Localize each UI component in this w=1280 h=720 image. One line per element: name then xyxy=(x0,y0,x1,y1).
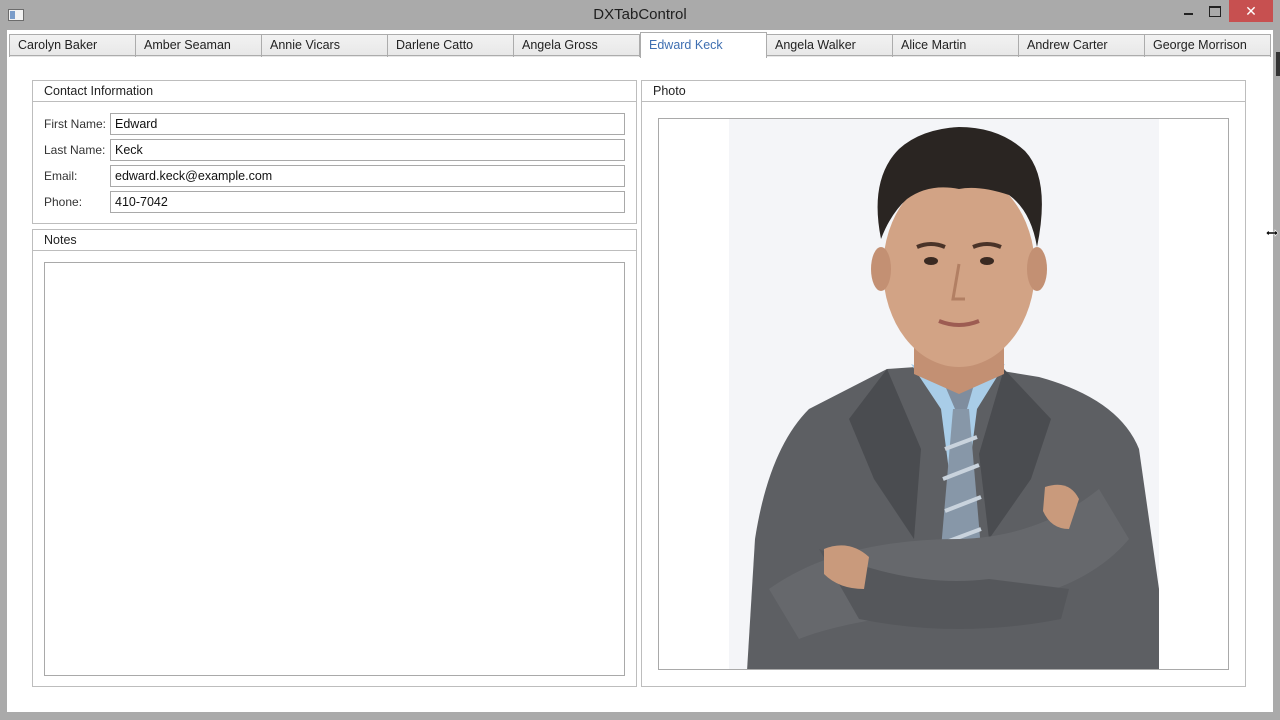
contact-information-group: Contact Information First Name: Last Nam… xyxy=(32,80,637,224)
photo-group: Photo xyxy=(641,80,1246,687)
tab-darlene-catto[interactable]: Darlene Catto xyxy=(388,34,514,57)
first-name-field[interactable] xyxy=(110,113,625,135)
tab-angela-gross[interactable]: Angela Gross xyxy=(514,34,640,57)
first-name-label: First Name: xyxy=(44,117,107,131)
tab-annie-vicars[interactable]: Annie Vicars xyxy=(262,34,388,57)
phone-label: Phone: xyxy=(44,195,83,209)
tab-george-morrison[interactable]: George Morrison xyxy=(1145,34,1271,57)
tab-andrew-carter[interactable]: Andrew Carter xyxy=(1019,34,1145,57)
notes-group: Notes xyxy=(32,229,637,687)
application-window: DXTabControl ✕ Carolyn Baker Amber Seama… xyxy=(0,0,1280,720)
resize-cursor-icon xyxy=(1265,229,1279,237)
phone-field[interactable] xyxy=(110,191,625,213)
maximize-button[interactable] xyxy=(1200,0,1228,22)
window-title: DXTabControl xyxy=(593,6,687,23)
photo-header: Photo xyxy=(642,81,1245,102)
email-label: Email: xyxy=(44,169,78,183)
tab-angela-walker[interactable]: Angela Walker xyxy=(767,34,893,57)
last-name-label: Last Name: xyxy=(44,143,106,157)
last-name-field[interactable] xyxy=(110,139,625,161)
notes-header: Notes xyxy=(33,230,636,251)
person-portrait-icon xyxy=(729,119,1159,669)
email-field[interactable] xyxy=(110,165,625,187)
scroll-indicator[interactable] xyxy=(1276,52,1280,76)
notes-textarea[interactable] xyxy=(44,262,625,676)
first-name-row: First Name: xyxy=(44,113,626,135)
minimize-button[interactable] xyxy=(1172,0,1202,22)
tab-carolyn-baker[interactable]: Carolyn Baker xyxy=(9,34,136,57)
tab-amber-seaman[interactable]: Amber Seaman xyxy=(136,34,262,57)
tab-edward-keck[interactable]: Edward Keck xyxy=(640,32,767,58)
photo-frame[interactable] xyxy=(658,118,1229,670)
tab-strip: Carolyn Baker Amber Seaman Annie Vicars … xyxy=(9,32,1271,58)
close-button[interactable]: ✕ xyxy=(1229,0,1273,22)
client-area: Carolyn Baker Amber Seaman Annie Vicars … xyxy=(7,30,1273,712)
tab-alice-martin[interactable]: Alice Martin xyxy=(893,34,1019,57)
phone-row: Phone: xyxy=(44,191,626,213)
contact-information-header: Contact Information xyxy=(33,81,636,102)
title-bar[interactable]: DXTabControl ✕ xyxy=(0,0,1280,30)
email-row: Email: xyxy=(44,165,626,187)
last-name-row: Last Name: xyxy=(44,139,626,161)
